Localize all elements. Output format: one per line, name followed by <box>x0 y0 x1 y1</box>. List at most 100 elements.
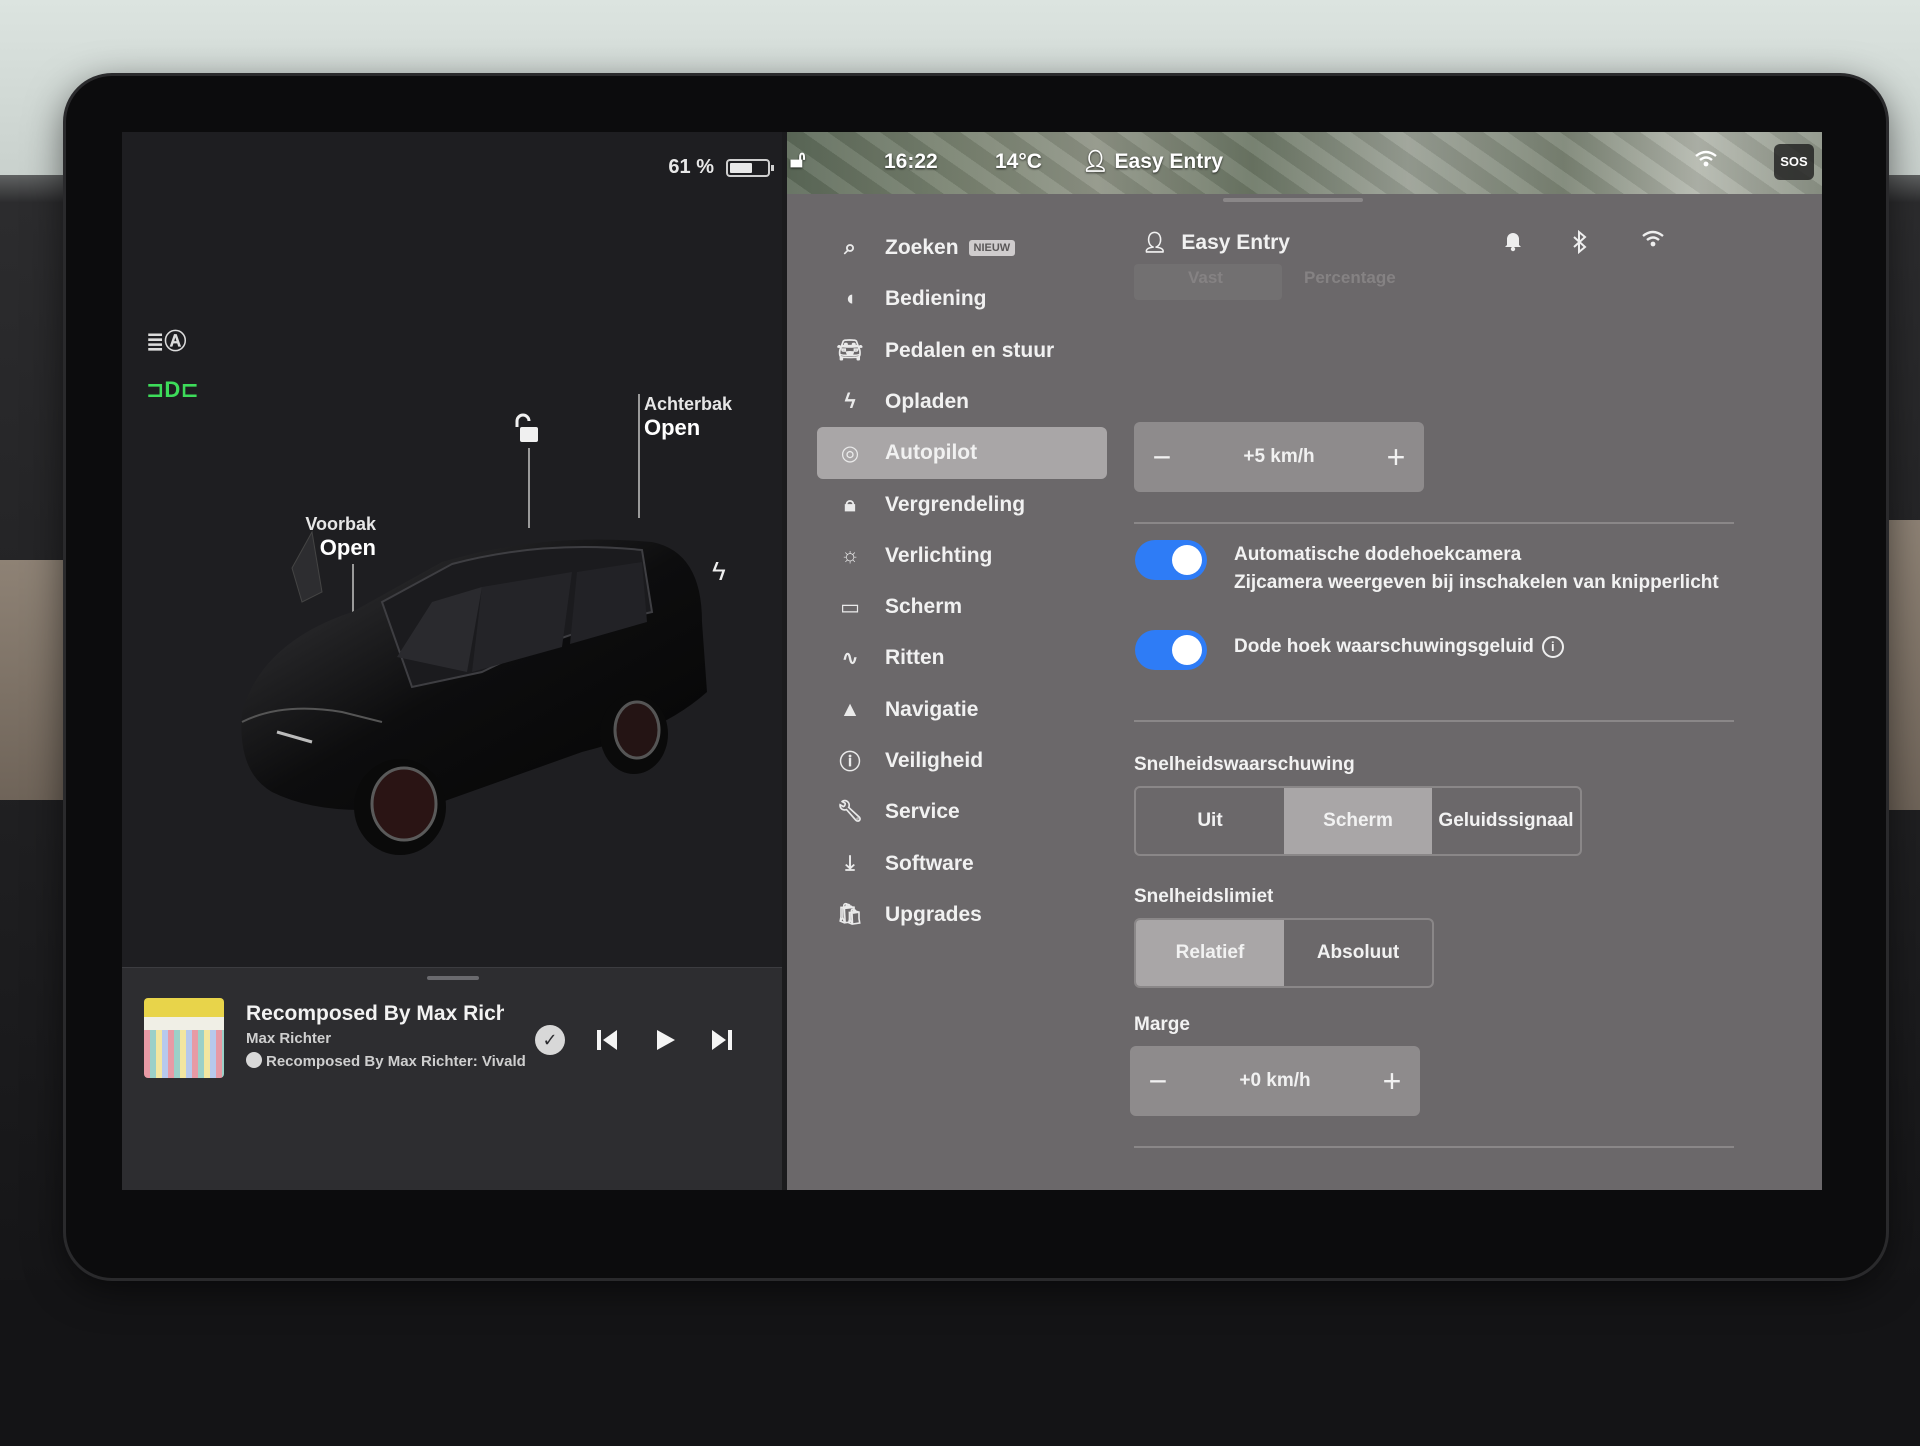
parking-lights-icon[interactable]: ⊐D⊏ <box>146 376 199 404</box>
nav-item-verlichting[interactable]: ☼ Verlichting <box>817 530 1107 582</box>
wifi-icon[interactable] <box>1641 230 1665 254</box>
battery-percent: 61 % <box>668 156 714 178</box>
offset-type-selector[interactable]: Vast Percentage <box>1134 264 1434 300</box>
speed-warning-off[interactable]: Uit <box>1136 788 1284 854</box>
nav-item-ritten[interactable]: ∿ Ritten <box>817 632 1107 684</box>
margin-stepper[interactable]: − +0 km/h + <box>1130 1046 1420 1116</box>
blind-spot-chime-toggle[interactable] <box>1135 630 1207 670</box>
speed-warning-selector[interactable]: Uit Scherm Geluidssignaal <box>1134 786 1582 856</box>
nav-item-label: Navigatie <box>885 697 979 721</box>
settings-sheet: ⌕ Zoeken NIEUW ◖ Bediening 🚘︎ Pedalen en stuur… <box>787 194 1822 1190</box>
decrease-button[interactable]: − <box>1134 439 1190 476</box>
media-drawer-handle[interactable] <box>427 976 479 980</box>
nav-item-autopilot[interactable]: ◎ Autopilot <box>817 427 1107 480</box>
bell-icon[interactable] <box>1503 230 1523 258</box>
settings-profile[interactable]: 👤︎ Easy Entry <box>1142 230 1290 255</box>
speed-warning-label: Snelheidswaarschuwing <box>1134 754 1355 775</box>
touchscreen: 61 % ≣Ⓐ ⊐D⊏ Achterbak Open Voorbak Open <box>122 132 1822 1190</box>
speed-limit-absolute[interactable]: Absoluut <box>1284 920 1432 986</box>
divider <box>1134 720 1734 722</box>
sos-button[interactable]: SOS <box>1774 144 1814 180</box>
favorite-button[interactable]: ✓ <box>530 1020 570 1060</box>
nav-item-label: Scherm <box>885 595 963 619</box>
trunk-label[interactable]: Achterbak Open <box>644 394 732 441</box>
album-art[interactable] <box>144 998 224 1078</box>
nav-item-label: Pedalen en stuur <box>885 338 1055 362</box>
nav-item-label: Ritten <box>885 646 945 670</box>
trips-icon: ∿ <box>841 646 859 670</box>
blind-spot-camera-toggle[interactable] <box>1135 540 1207 580</box>
play-button[interactable] <box>645 1020 685 1060</box>
increase-button[interactable]: + <box>1364 1063 1420 1100</box>
track-album: Recomposed By Max Richter: Vivaldi, The … <box>246 1052 526 1070</box>
bolt-icon: ϟ <box>844 389 856 413</box>
nav-item-label: Opladen <box>885 389 970 413</box>
charge-port-icon[interactable]: ϟ <box>712 556 726 587</box>
blind-spot-camera-title: Automatische dodehoekcamera <box>1234 544 1522 565</box>
previous-track-button[interactable] <box>587 1020 627 1060</box>
divider <box>1134 1146 1734 1148</box>
download-icon: ⤓ <box>845 851 855 875</box>
unlocked-icon[interactable] <box>512 412 546 451</box>
outside-temperature: 14°C <box>995 150 1042 173</box>
play-icon <box>657 1030 675 1050</box>
nav-item-pedalen-en-stuur[interactable]: 🚘︎ Pedalen en stuur <box>817 325 1107 377</box>
offset-value: +5 km/h <box>1243 446 1315 467</box>
nav-item-label: Autopilot <box>885 441 978 465</box>
nav-item-vergrendeling[interactable]: 🔒︎ Vergrendeling <box>817 479 1107 531</box>
wifi-status-icon <box>1694 150 1718 173</box>
dashboard-lower <box>0 1280 1920 1446</box>
offset-stepper[interactable]: − +5 km/h + <box>1134 422 1424 492</box>
speed-limit-selector[interactable]: Relatief Absoluut <box>1134 918 1434 988</box>
nav-item-bediening[interactable]: ◖ Bediening <box>817 273 1107 325</box>
battery-status: 61 % <box>668 156 774 179</box>
wrench-icon: 🔧︎ <box>836 800 864 824</box>
unlock-status-icon[interactable]: 🔓︎ <box>790 146 806 174</box>
nav-item-software[interactable]: ⤓ Software <box>817 838 1107 890</box>
nav-item-label: Software <box>885 851 974 875</box>
clock: 16:22 <box>884 150 938 173</box>
margin-label: Marge <box>1134 1014 1190 1035</box>
decrease-button[interactable]: − <box>1130 1063 1186 1100</box>
media-player[interactable]: Recomposed By Max Richter Max Richter Re… <box>122 967 782 1190</box>
nav-item-label: Vergrendeling <box>885 492 1026 516</box>
nav-item-opladen[interactable]: ϟ Opladen <box>817 376 1107 428</box>
nav-item-zoeken[interactable]: ⌕ Zoeken NIEUW <box>817 222 1107 274</box>
next-track-button[interactable] <box>702 1020 742 1060</box>
speed-warning-chime[interactable]: Geluidssignaal <box>1432 788 1580 854</box>
auto-headlights-icon[interactable]: ≣Ⓐ <box>146 328 186 356</box>
nav-item-label: Upgrades <box>885 902 982 926</box>
increase-button[interactable]: + <box>1368 439 1424 476</box>
bag-icon: 🛍︎ <box>836 902 864 926</box>
car-panel: 61 % ≣Ⓐ ⊐D⊏ Achterbak Open Voorbak Open <box>122 132 782 967</box>
safety-icon: ⓘ <box>839 751 861 774</box>
map-status-bar[interactable] <box>787 132 1822 194</box>
speed-warning-display[interactable]: Scherm <box>1284 788 1432 854</box>
nav-item-label: Zoeken <box>885 236 959 259</box>
next-icon <box>712 1030 732 1050</box>
bluetooth-icon[interactable] <box>1571 229 1589 260</box>
battery-icon <box>726 158 774 177</box>
nav-item-label: Verlichting <box>885 543 993 567</box>
nav-item-label: Veiligheid <box>885 749 984 772</box>
nav-item-scherm[interactable]: ▭ Scherm <box>817 581 1107 633</box>
sheet-handle[interactable] <box>1223 198 1363 202</box>
toggle-icon: ◖ <box>843 287 857 311</box>
track-artist: Max Richter <box>246 1030 332 1047</box>
steering-wheel-icon: ◎ <box>840 441 860 465</box>
spotify-small-icon <box>246 1052 262 1068</box>
sun-icon: ☼ <box>840 543 860 567</box>
nav-item-service[interactable]: 🔧︎ Service <box>817 786 1107 838</box>
driver-profile-status[interactable]: 👤︎ Easy Entry <box>1082 150 1223 174</box>
nav-item-veiligheid[interactable]: ⓘ Veiligheid <box>817 735 1107 787</box>
nav-item-upgrades[interactable]: 🛍︎ Upgrades <box>817 889 1107 941</box>
check-icon: ✓ <box>535 1025 565 1055</box>
info-icon[interactable]: i <box>1541 636 1564 658</box>
lock-icon: 🔒︎ <box>844 492 856 516</box>
nav-item-navigatie[interactable]: ▲ Navigatie <box>817 684 1107 736</box>
blind-spot-camera-subtitle: Zijcamera weergeven bij inschakelen van … <box>1234 572 1719 593</box>
speed-limit-relative[interactable]: Relatief <box>1136 920 1284 986</box>
car-icon: 🚘︎ <box>836 338 864 362</box>
search-icon: ⌕ <box>844 236 856 259</box>
divider <box>1134 522 1734 524</box>
